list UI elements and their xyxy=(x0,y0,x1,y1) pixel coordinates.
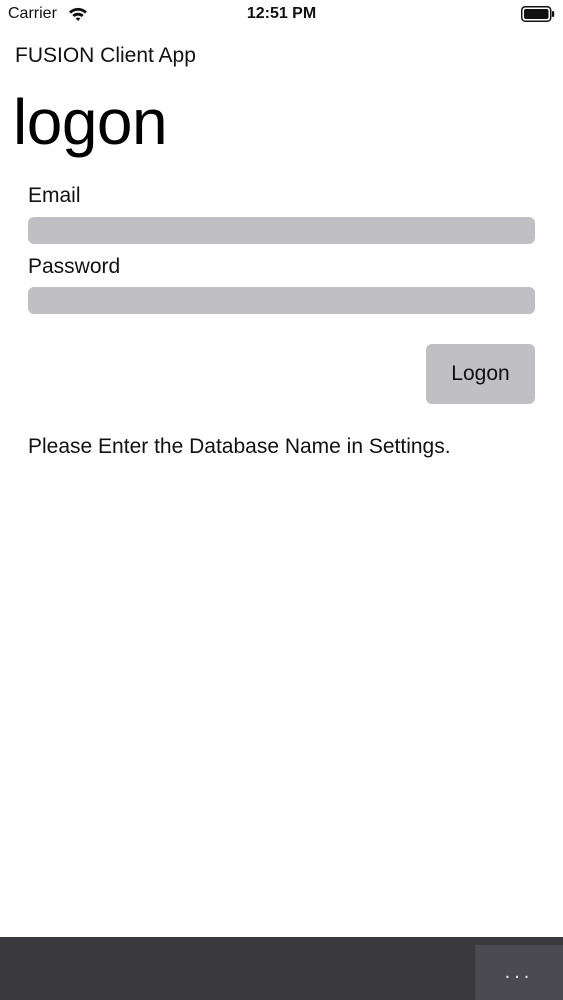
email-label: Email xyxy=(28,184,81,207)
clock-label: 12:51 PM xyxy=(246,5,317,22)
page-title: logon xyxy=(13,86,168,158)
logon-button[interactable]: Logon xyxy=(426,344,535,404)
app-title: FUSION Client App xyxy=(15,44,196,67)
status-message: Please Enter the Database Name in Settin… xyxy=(28,435,451,458)
more-options-button[interactable]: ... xyxy=(475,945,563,1000)
status-bar: Carrier 12:51 PM xyxy=(0,0,563,30)
email-field[interactable] xyxy=(28,217,535,244)
password-label: Password xyxy=(28,255,121,278)
password-field[interactable] xyxy=(28,287,535,314)
battery-icon xyxy=(521,6,555,22)
bottom-toolbar: ... xyxy=(0,937,563,1000)
